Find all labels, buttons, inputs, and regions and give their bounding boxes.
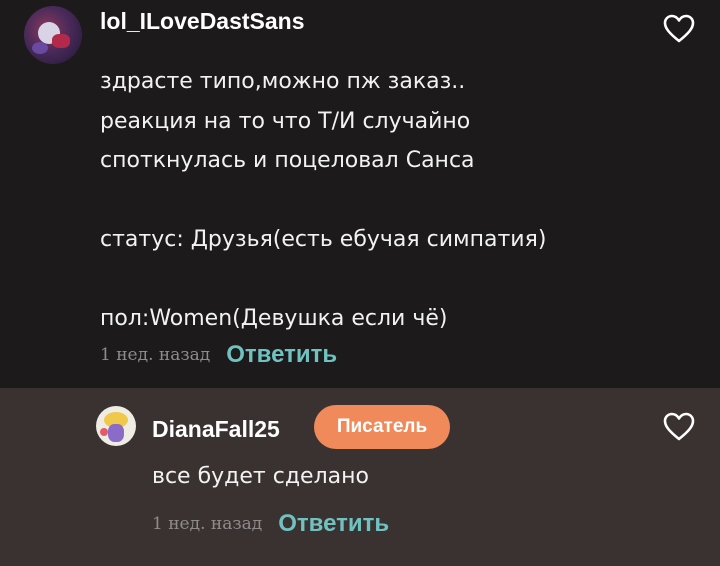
- commenter-username[interactable]: lol_ILoveDastSans: [100, 8, 305, 35]
- reply-button[interactable]: Ответить: [278, 510, 389, 538]
- comment: lol_ILoveDastSans здрасте типо,можно пж …: [0, 0, 720, 388]
- comment-meta: 1 нед. назад Ответить: [100, 340, 337, 370]
- commenter-avatar[interactable]: [24, 6, 82, 64]
- heart-outline-icon: [663, 412, 695, 441]
- heart-outline-icon: [663, 14, 695, 43]
- like-icon[interactable]: [663, 14, 695, 44]
- reply-comment: DianaFall25 Писатель все будет сделано 1…: [0, 388, 720, 566]
- comment-line: здрасте типо,можно пж заказ..: [100, 69, 466, 94]
- reply-meta: 1 нед. назад Ответить: [152, 509, 389, 539]
- reply-text: все будет сделано: [152, 464, 369, 489]
- avatar-art: [108, 424, 124, 442]
- avatar-art: [100, 428, 108, 436]
- reply-timestamp: 1 нед. назад: [152, 514, 263, 534]
- avatar-art: [52, 34, 70, 48]
- replier-username[interactable]: DianaFall25: [152, 416, 280, 443]
- comment-line: [100, 260, 700, 300]
- role-badge: Писатель: [314, 405, 450, 449]
- comment-text: здрасте типо,можно пж заказ.. реакция на…: [100, 62, 700, 339]
- comment-line: [100, 181, 700, 221]
- comment-line: споткнулась и поцеловал Санса: [100, 148, 475, 173]
- comment-line: статус: Друзья(есть ебучая симпатия): [100, 227, 547, 252]
- comment-timestamp: 1 нед. назад: [100, 345, 211, 365]
- like-icon[interactable]: [663, 412, 695, 442]
- replier-avatar[interactable]: [96, 406, 136, 446]
- avatar-art: [32, 42, 48, 54]
- comment-line: реакция на то что Т/И случайно: [100, 108, 471, 134]
- comment-line: пол:Women(Девушка если чё): [100, 306, 448, 331]
- reply-button[interactable]: Ответить: [226, 341, 337, 369]
